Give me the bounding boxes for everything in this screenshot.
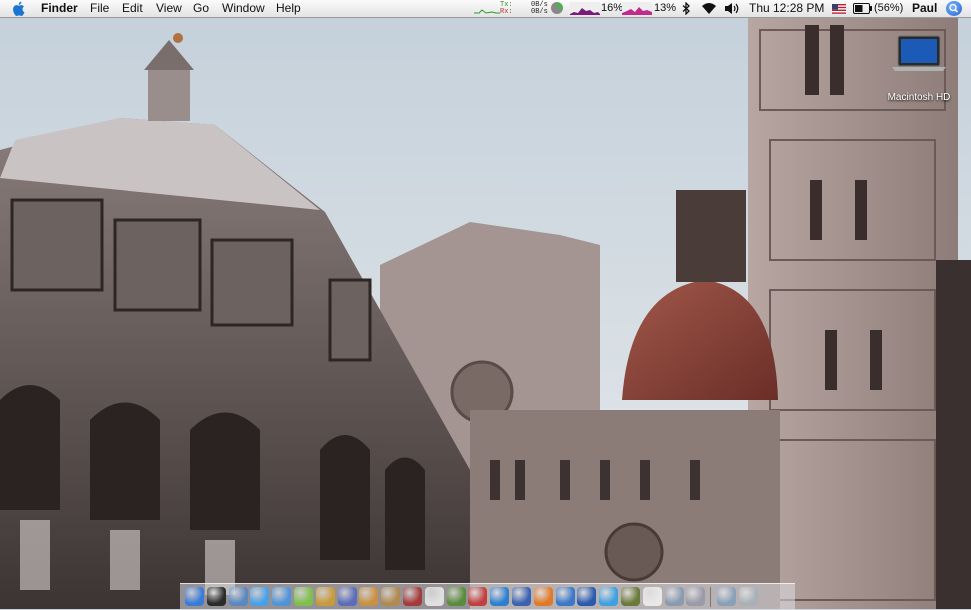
bluetooth-icon[interactable] <box>682 2 691 15</box>
dock <box>180 583 795 610</box>
dock-dashboard-icon[interactable] <box>206 587 226 606</box>
dock-ical-icon[interactable] <box>424 587 444 606</box>
menu-go[interactable]: Go <box>193 1 209 16</box>
dock-textmate-icon[interactable] <box>446 587 466 606</box>
dock-preview-icon[interactable] <box>228 587 248 606</box>
dock-separator <box>710 587 712 607</box>
rx-label: Rx: <box>500 8 513 16</box>
dock-pages-icon[interactable] <box>642 587 662 606</box>
dock-trash-icon[interactable] <box>739 587 758 606</box>
dock-utilities-icon[interactable] <box>664 587 684 606</box>
dock-garageband-icon[interactable] <box>359 587 379 606</box>
dock-ichat-icon[interactable] <box>250 587 270 606</box>
battery-percent: (56%) <box>874 2 904 14</box>
network-graph <box>474 9 500 14</box>
dock-itunes-icon[interactable] <box>294 587 313 606</box>
activity-pie-icon[interactable] <box>551 2 563 14</box>
dock-word-icon[interactable] <box>512 587 531 606</box>
menu-edit[interactable]: Edit <box>122 1 143 16</box>
apple-logo-icon[interactable] <box>12 1 26 16</box>
dock-camino-icon[interactable] <box>490 587 510 606</box>
menu-file[interactable]: File <box>90 1 109 16</box>
dock-safari-icon[interactable] <box>272 587 292 606</box>
battery-icon[interactable] <box>853 3 873 14</box>
dock-system-prefs-icon[interactable] <box>686 587 706 606</box>
dock-iphoto-icon[interactable] <box>315 587 335 606</box>
dock-photoshop-icon[interactable] <box>621 587 640 606</box>
menu-help[interactable]: Help <box>276 1 301 16</box>
us-flag-icon[interactable] <box>832 4 846 14</box>
macintosh-hd-label: Macintosh HD <box>887 92 951 103</box>
app-menu-finder[interactable]: Finder <box>41 1 78 16</box>
volume-icon[interactable] <box>724 2 740 15</box>
rx-value: 0B/s <box>531 8 548 16</box>
menu-window[interactable]: Window <box>222 1 265 16</box>
memory-graph[interactable] <box>622 2 652 15</box>
dock-dictionary-icon[interactable] <box>403 587 422 606</box>
wifi-icon[interactable] <box>701 2 717 15</box>
dock-downloads-icon[interactable] <box>717 587 737 606</box>
menu-view[interactable]: View <box>156 1 182 16</box>
dock-imovie-icon[interactable] <box>337 587 357 606</box>
memory-percent: 13% <box>654 2 677 14</box>
user-menu[interactable]: Paul <box>912 1 937 16</box>
dock-ftp-client-icon[interactable] <box>555 587 575 606</box>
network-monitor[interactable]: Tx: Rx: 0B/s 0B/s <box>474 1 548 16</box>
dock-address-book-icon[interactable] <box>381 587 401 606</box>
dock-mac-app-icon[interactable] <box>577 587 597 606</box>
spotlight-icon[interactable] <box>946 1 962 16</box>
cpu-percent: 16% <box>601 2 624 14</box>
dock-firefox-icon[interactable] <box>533 587 553 606</box>
menu-bar: Finder File Edit View Go Window Help Tx:… <box>0 0 971 18</box>
clock[interactable]: Thu 12:28 PM <box>749 1 824 16</box>
cpu-graph[interactable] <box>570 2 600 15</box>
dock-flashget-icon[interactable] <box>468 587 488 606</box>
laptop-icon <box>892 35 946 71</box>
dock-finder-icon[interactable] <box>185 587 204 606</box>
dock-skype-icon[interactable] <box>599 587 619 606</box>
desktop-wallpaper <box>0 0 971 609</box>
